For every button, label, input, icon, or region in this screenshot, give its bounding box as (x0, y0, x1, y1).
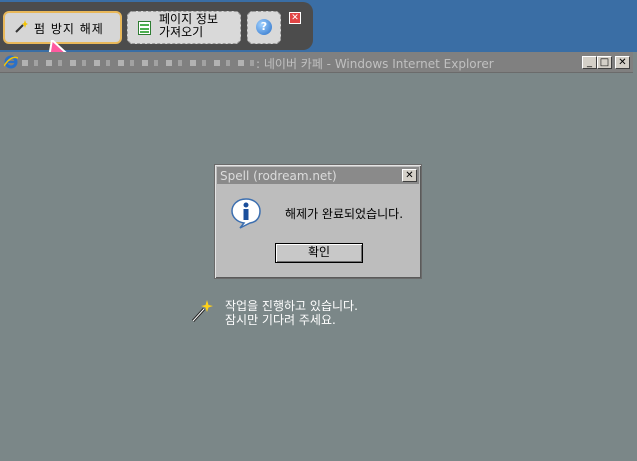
magic-wand-icon (15, 20, 28, 33)
dialog-title: Spell (rodream.net) (220, 169, 337, 183)
message-dialog: Spell (rodream.net) ✕ 해제가 완료되었습니다. 확인 (214, 164, 422, 279)
ok-button[interactable]: 확인 (275, 243, 363, 263)
page-info-label-line2: 가져오기 (159, 25, 204, 39)
toolbar-close-button[interactable]: ✕ (289, 12, 301, 24)
blurred-title-region (22, 60, 254, 66)
window-close-button[interactable]: ✕ (615, 56, 630, 69)
magic-wand-icon (191, 300, 213, 323)
progress-message-line2: 잠시만 기다려 주세요. (225, 313, 336, 327)
dialog-close-button[interactable]: ✕ (402, 169, 417, 182)
ie-window-title: : 네이버 카페 - Windows Internet Explorer (256, 57, 494, 71)
unlock-button-label: 펌 방지 해제 (34, 22, 104, 36)
help-button[interactable]: ? (247, 11, 281, 44)
minimize-button[interactable]: _ (582, 56, 597, 69)
ie-logo-icon (4, 55, 18, 69)
dialog-message: 해제가 완료되었습니다. (285, 207, 404, 221)
page-icon (138, 21, 151, 35)
get-page-info-button[interactable]: 페이지 정보 가져오기 (127, 11, 241, 44)
info-icon (231, 198, 261, 229)
help-icon: ? (256, 19, 272, 35)
progress-message-line1: 작업을 진행하고 있습니다. (225, 299, 358, 313)
dialog-titlebar: Spell (rodream.net) ✕ (217, 167, 419, 184)
ie-titlebar: : 네이버 카페 - Windows Internet Explorer _ □… (0, 52, 633, 73)
maximize-button[interactable]: □ (597, 56, 612, 69)
